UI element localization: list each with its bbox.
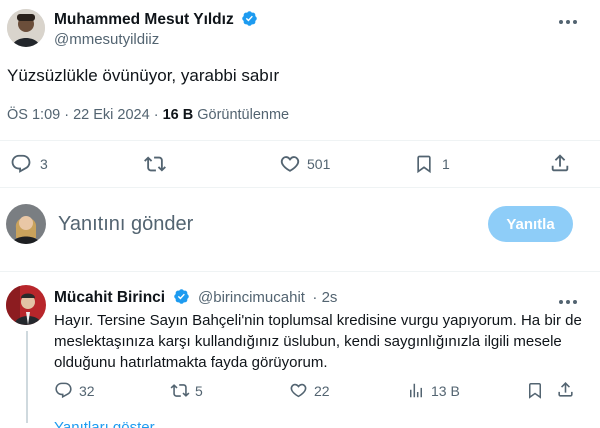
divider (0, 271, 600, 272)
heart-icon (290, 383, 307, 398)
main-author-handle[interactable]: @mmesutyildiiz (54, 31, 159, 48)
share-action[interactable] (556, 380, 575, 404)
retweet-action[interactable] (143, 153, 167, 180)
reply-icon (55, 382, 72, 399)
avatar-image (6, 204, 46, 244)
share-icon (551, 154, 569, 172)
main-tweet-meta: ÖS 1:09 · 22 Eki 2024 · 16 B Görüntülenm… (7, 107, 289, 123)
more-options-icon[interactable] (558, 292, 578, 310)
views-count: 16 B (162, 107, 194, 123)
reply-author-handle[interactable]: @birincimucahit (198, 289, 305, 306)
avatar-image (6, 285, 46, 325)
reply-count: 32 (79, 382, 95, 399)
more-options-icon[interactable] (558, 14, 578, 25)
reply-action[interactable]: 3 (10, 153, 48, 175)
views-action[interactable]: 13 B (407, 381, 460, 400)
like-action[interactable]: 22 (289, 381, 330, 400)
thread-line (26, 331, 28, 423)
retweet-icon (170, 384, 190, 397)
share-action[interactable] (549, 152, 571, 179)
retweet-action[interactable]: 5 (170, 381, 203, 400)
bookmark-icon (417, 155, 431, 174)
bookmark-icon (529, 383, 541, 399)
views-label: Görüntülenme (193, 107, 290, 123)
verified-badge-icon (173, 289, 189, 304)
views-count: 13 B (431, 382, 460, 399)
avatar-image (7, 9, 45, 47)
show-replies-link[interactable]: Yanıtları göster (54, 419, 155, 428)
verified-badge-icon (242, 11, 257, 26)
like-count: 22 (314, 382, 330, 399)
main-tweet-text: Yüzsüzlükle övünüyor, yarabbi sabır (7, 66, 280, 85)
like-action[interactable]: 501 (279, 153, 330, 175)
divider (0, 187, 600, 188)
reply-tweet-text: Hayır. Tersine Sayın Bahçeli'nin toplums… (54, 312, 582, 371)
retweet-count: 5 (195, 382, 203, 399)
reply-action[interactable]: 32 (54, 381, 95, 400)
like-count: 501 (307, 156, 331, 172)
bookmark-action[interactable]: 1 (414, 153, 450, 175)
reply-author-name[interactable]: Mücahit Birinci (54, 289, 165, 306)
reply-author-avatar[interactable] (6, 285, 46, 325)
user-avatar (6, 204, 46, 244)
analytics-icon (410, 383, 422, 398)
main-author-name-row: Muhammed Mesut Yıldız (54, 10, 258, 29)
main-author-name[interactable]: Muhammed Mesut Yıldız (54, 11, 234, 28)
bookmark-action[interactable] (526, 381, 544, 405)
reply-age[interactable]: · 2s (312, 289, 337, 306)
reply-compose-input[interactable]: Yanıtını gönder (58, 213, 193, 236)
reply-button[interactable]: Yanıtla (488, 206, 573, 242)
reply-icon (11, 154, 31, 173)
reply-header: Mücahit Birinci @birincimucahit · 2s (54, 288, 337, 307)
main-author-avatar[interactable] (7, 9, 45, 47)
heart-icon (280, 156, 300, 172)
retweet-icon (144, 156, 166, 172)
share-icon (558, 382, 573, 397)
divider (0, 140, 600, 141)
bookmark-count: 1 (442, 156, 450, 172)
tweet-timestamp[interactable]: ÖS 1:09 · 22 Eki 2024 · (7, 107, 163, 123)
reply-count: 3 (40, 156, 48, 172)
